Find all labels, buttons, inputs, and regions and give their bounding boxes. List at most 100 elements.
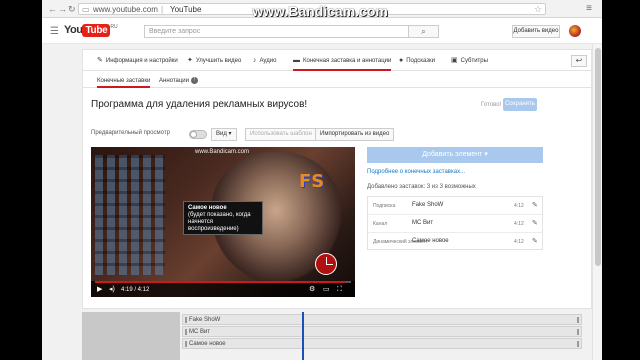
video-progress-bar[interactable] [95,281,351,283]
track-handle-right[interactable] [577,329,579,335]
list-item[interactable]: Канал MC Вит 4:12 ✎ [368,215,542,233]
search-icon: ⌕ [421,27,426,36]
video-time: 4:19 / 4:12 [121,287,150,293]
channel-logo: FS [299,171,325,192]
subtab-label: Аннотации [159,78,189,84]
url-field[interactable]: ▭ www.youtube.com | YouTube ☆ [78,3,546,15]
logo-tube-text: Tube [82,24,111,37]
end-screens-help-link[interactable]: Подробнее о конечных заставках... [367,169,465,175]
added-count: Добавлено заставок: 3 из 3 возможных [367,184,476,190]
page-icon: ▭ [82,5,90,14]
end-screen-icon: ▬ [293,57,300,64]
browser-menu-icon[interactable]: ≡ [586,3,592,14]
subtitles-icon: ▣ [451,57,458,64]
element-type: Канал [373,221,388,227]
tab-label: Аудио [259,58,277,64]
tab-subtitles[interactable]: ▣ Субтитры [451,50,488,71]
tooltip-text: (будет показано, когда начнется воспроиз… [188,212,251,232]
editor-subtabs: Конечные заставки Аннотации ! [83,72,591,88]
toggle-knob [190,131,197,138]
pencil-icon: ✎ [97,57,103,64]
video-title: Программа для удаления рекламных вирусов… [91,99,308,110]
return-arrow-icon: ↩ [575,56,583,65]
logo-you-text: You [64,24,83,36]
tooltip-title: Самое новое [188,205,227,211]
logo-region-text: RU [110,24,118,30]
track-label: Fake ShoW [189,317,221,323]
forward-arrow-icon[interactable]: → [58,4,67,14]
scrollbar-thumb[interactable] [595,48,601,266]
list-item[interactable]: Динамический элемент Самое новое 4:12 ✎ [368,233,542,251]
volume-icon[interactable]: ◂) [109,285,115,295]
preview-toggle[interactable] [189,130,207,139]
tab-audio[interactable]: ♪ Аудио [253,50,276,71]
edit-pencil-icon[interactable]: ✎ [532,201,538,209]
page-scrollbar[interactable] [592,44,602,360]
timeline-track[interactable]: Fake ShoW [182,314,582,325]
tab-cards[interactable]: ● Подсказки [399,50,435,71]
element-duration: 4:12 [514,239,524,245]
element-type: Подписка [373,203,396,209]
theater-icon[interactable]: ▭ [323,285,330,295]
list-item[interactable]: Подписка Fake ShoW 4:12 ✎ [368,197,542,215]
editor-page: ✎ Информация и настройки ✦ Улучшить видео … [42,44,602,360]
youtube-logo[interactable]: You Tube RU [64,24,118,37]
tab-info-settings[interactable]: ✎ Информация и настройки [97,50,178,71]
magic-wand-icon: ✦ [187,57,193,64]
edit-pencil-icon[interactable]: ✎ [532,219,538,227]
video-watermark: www.Bandicam.com [195,149,250,155]
avatar[interactable] [569,25,581,37]
timeline-playhead[interactable] [302,312,304,360]
timeline-thumbnail [82,312,180,360]
guide-menu-icon[interactable]: ☰ [50,26,59,37]
url-separator-icon: | [161,5,164,14]
use-template-button[interactable]: Использовать шаблон [245,128,317,141]
youtube-header: ☰ You Tube RU Введите запрос ⌕ Добавить ви… [42,18,602,44]
back-button[interactable]: ↩ [571,55,587,67]
url-text: www.youtube.com [93,5,158,14]
search-input[interactable]: Введите запрос [144,25,409,38]
fullscreen-icon[interactable]: ⛶ [337,285,342,295]
bookmark-star-icon[interactable]: ☆ [534,4,542,15]
view-dropdown[interactable]: Вид ▾ [211,128,237,141]
play-icon[interactable]: ▶ [97,285,102,295]
timeline: Fake ShoW MC Вит Самое новое [82,312,582,360]
edit-pencil-icon[interactable]: ✎ [532,237,538,245]
import-from-video-button[interactable]: Импортировать из видео [315,128,395,141]
video-player[interactable]: www.Bandicam.com FS Самое новое (будет п… [91,147,355,297]
element-name: MC Вит [412,220,434,226]
editor-tabs: ✎ Информация и настройки ✦ Улучшить видео … [83,50,591,71]
tab-label: Информация и настройки [105,58,178,64]
address-bar: ← → ↻ ▭ www.youtube.com | YouTube ☆ ≡ [42,0,602,18]
settings-gear-icon[interactable]: ⚙ [309,285,315,295]
timeline-track[interactable]: Самое новое [182,338,582,349]
element-duration: 4:12 [514,221,524,227]
track-handle-right[interactable] [577,341,579,347]
tab-label: Субтитры [460,58,488,64]
track-label: Самое новое [189,341,226,347]
upload-video-button[interactable]: Добавить видео [512,25,560,38]
back-arrow-icon[interactable]: ← [48,4,57,14]
page-title-text: YouTube [170,5,202,14]
element-name: Самое новое [412,238,449,244]
track-handle-left[interactable] [185,317,187,323]
timeline-track[interactable]: MC Вит [182,326,582,337]
reload-icon[interactable]: ↻ [68,4,76,14]
save-button[interactable]: Сохранить [503,98,537,111]
track-handle-right[interactable] [577,317,579,323]
track-handle-left[interactable] [185,329,187,335]
tab-label: Конечная заставка и аннотации [303,58,392,64]
track-handle-left[interactable] [185,341,187,347]
element-list: Подписка Fake ShoW 4:12 ✎ Канал MC Вит 4… [367,196,543,250]
browser-window: ← → ↻ ▭ www.youtube.com | YouTube ☆ ≡ ☰ … [42,0,602,360]
preview-label: Предварительный просмотр [91,130,170,136]
end-screen-element-tooltip[interactable]: Самое новое (будет показано, когда начне… [183,201,263,235]
subtab-annotations[interactable]: Аннотации ! [159,75,198,88]
tab-enhance[interactable]: ✦ Улучшить видео [187,50,241,71]
subtab-end-screens[interactable]: Конечные заставки [97,75,151,88]
tab-label: Улучшить видео [195,58,242,64]
search-button[interactable]: ⌕ [409,25,439,38]
editor-panel: ✎ Информация и настройки ✦ Улучшить видео … [82,49,592,309]
tab-end-screen[interactable]: ▬ Конечная заставка и аннотации [293,50,392,71]
add-element-button[interactable]: Добавить элемент ▾ [367,147,543,163]
